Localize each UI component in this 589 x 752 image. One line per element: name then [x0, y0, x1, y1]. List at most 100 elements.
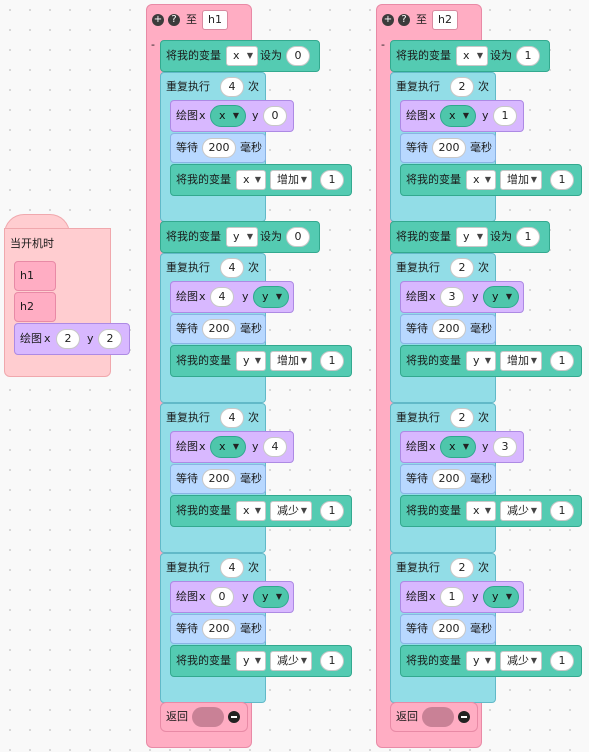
- function-h2-section-2-change-value-input[interactable]: 1: [550, 351, 574, 371]
- function-h2-section-2-change-variable-dropdown[interactable]: y ▼: [466, 351, 496, 371]
- function-h2-section-4-change-value-input[interactable]: 1: [550, 651, 574, 671]
- function-h1-section-2-draw-x-input[interactable]: 4: [210, 287, 234, 307]
- function-h1-section-4-wait-ms-input[interactable]: 200: [202, 619, 236, 639]
- help-circle-icon[interactable]: ?: [398, 14, 410, 26]
- function-h2-section-1-draw-x-label: x: [429, 109, 436, 122]
- function-h2-section-4-draw-x-input[interactable]: 1: [440, 587, 464, 607]
- minus-circle-icon[interactable]: [228, 711, 240, 723]
- function-h2-section-4-wait-ms-input[interactable]: 200: [432, 619, 466, 639]
- function-h1-section-4-change-op-dropdown[interactable]: 减少 ▼: [270, 651, 312, 671]
- function-h1-section-1-draw-x-variable[interactable]: x ▼: [210, 105, 246, 127]
- function-h1-section-2-set-value-input[interactable]: 0: [286, 227, 310, 247]
- function-h1-section-2-wait-ms-input[interactable]: 200: [202, 319, 236, 339]
- function-h1-section-1-wait-ms-input[interactable]: 200: [202, 138, 236, 158]
- function-h2-section-3-change-variable-dropdown[interactable]: x ▼: [466, 501, 496, 521]
- dropdown-arrow-icon: ▼: [530, 656, 537, 665]
- function-h1-name-field[interactable]: h1: [202, 10, 228, 30]
- function-h1-section-1-set-variable-dropdown[interactable]: x ▼: [226, 46, 258, 66]
- function-h1-section-4-change-variable-dropdown[interactable]: y ▼: [236, 651, 266, 671]
- function-h1-section-3-draw-x-variable[interactable]: x ▼: [210, 436, 246, 458]
- dropdown-arrow-icon: ▼: [246, 51, 253, 60]
- function-h2-section-1-change-value-input[interactable]: 1: [550, 170, 574, 190]
- function-h1-section-3-change-value-input[interactable]: 1: [320, 501, 344, 521]
- draw-y-label: y: [87, 332, 94, 345]
- function-h2-section-1-repeat-count-input[interactable]: 2: [450, 77, 474, 97]
- function-h2-section-2-set-variable-dropdown[interactable]: y ▼: [456, 227, 488, 247]
- function-h1-section-1-draw-y-input[interactable]: 0: [263, 106, 287, 126]
- dropdown-arrow-icon: ▼: [505, 292, 512, 301]
- function-h1-section-4-draw-y-variable[interactable]: y ▼: [253, 586, 289, 608]
- function-h2-section-2-draw-y-variable[interactable]: y ▼: [483, 286, 519, 308]
- function-h1-section-3-repeat-label: 重复执行: [166, 411, 210, 424]
- function-h2-section-3-ms-label: 毫秒: [470, 472, 492, 485]
- function-h2-section-2-wait-ms-input[interactable]: 200: [432, 319, 466, 339]
- function-h2-section-2-draw-x-input[interactable]: 3: [440, 287, 464, 307]
- function-h2-section-1-wait-ms-input[interactable]: 200: [432, 138, 466, 158]
- function-h2-section-1-set-variable-dropdown[interactable]: x ▼: [456, 46, 488, 66]
- draw-x-input[interactable]: 2: [56, 329, 80, 349]
- function-h1-return-value-slot[interactable]: [192, 707, 224, 727]
- function-h2-section-1-change-op-dropdown[interactable]: 增加 ▼: [500, 170, 542, 190]
- function-h2-section-2-change-op-dropdown[interactable]: 增加 ▼: [500, 351, 542, 371]
- dropdown-arrow-icon: ▼: [484, 356, 491, 365]
- function-h1-section-1-change-value-input[interactable]: 1: [320, 170, 344, 190]
- minus-circle-icon[interactable]: [458, 711, 470, 723]
- function-h1-to-label: 至: [186, 13, 197, 26]
- function-h2-to-label: 至: [416, 13, 427, 26]
- function-h1-section-3-draw-x-label: x: [199, 440, 206, 453]
- function-h1-section-3-wait-label: 等待: [176, 472, 198, 485]
- function-h2-section-3-change-op-dropdown[interactable]: 减少 ▼: [500, 501, 542, 521]
- function-h1-section-2-draw-y-variable[interactable]: y ▼: [253, 286, 289, 308]
- function-h1-section-2-times-label: 次: [248, 261, 259, 274]
- draw-y-input[interactable]: 2: [98, 329, 122, 349]
- function-h2-name-field[interactable]: h2: [432, 10, 458, 30]
- function-h1-section-3-repeat-count-input[interactable]: 4: [220, 408, 244, 428]
- function-h2-section-2-times-label: 次: [478, 261, 489, 274]
- function-h1-section-1-repeat-count-input[interactable]: 4: [220, 77, 244, 97]
- function-h2-section-1-draw-y-input[interactable]: 1: [493, 106, 517, 126]
- function-h1-section-2-change-op-dropdown[interactable]: 增加 ▼: [270, 351, 312, 371]
- plus-circle-icon[interactable]: +: [382, 14, 394, 26]
- function-h1-section-3-wait-ms-input[interactable]: 200: [202, 469, 236, 489]
- function-h1-section-4-draw-y-label: y: [242, 590, 249, 603]
- function-h1-section-4-draw-x-input[interactable]: 0: [210, 587, 234, 607]
- function-h1-section-2-draw-x-label: x: [199, 290, 206, 303]
- function-h2-section-4-repeat-count-input[interactable]: 2: [450, 558, 474, 578]
- function-h1-section-2-change-value-input[interactable]: 1: [320, 351, 344, 371]
- function-h2-section-3-draw-x-variable[interactable]: x ▼: [440, 436, 476, 458]
- function-h2-section-1-draw-x-variable[interactable]: x ▼: [440, 105, 476, 127]
- help-circle-icon[interactable]: ?: [168, 14, 180, 26]
- function-h2-section-2-change-label: 将我的变量: [406, 354, 461, 367]
- function-h2-section-3-change-value-input[interactable]: 1: [550, 501, 574, 521]
- function-h2-section-1-change-variable-dropdown[interactable]: x ▼: [466, 170, 496, 190]
- function-h1-section-4-change-value-input[interactable]: 1: [320, 651, 344, 671]
- function-h1-section-1-change-variable-dropdown[interactable]: x ▼: [236, 170, 266, 190]
- function-h2-section-3-repeat-count-input[interactable]: 2: [450, 408, 474, 428]
- function-h2-section-4-change-op-dropdown[interactable]: 减少 ▼: [500, 651, 542, 671]
- function-h1-section-2-repeat-count-input[interactable]: 4: [220, 258, 244, 278]
- dropdown-arrow-icon: ▼: [254, 356, 261, 365]
- function-h1-section-2-set-variable-dropdown[interactable]: y ▼: [226, 227, 258, 247]
- function-h2-section-3-wait-ms-input[interactable]: 200: [432, 469, 466, 489]
- function-h1-section-3-change-variable-dropdown[interactable]: x ▼: [236, 501, 266, 521]
- function-h2-section-4-wait-label: 等待: [406, 622, 428, 635]
- function-h1-section-4-change-label: 将我的变量: [176, 654, 231, 667]
- function-h2-section-3-change-label: 将我的变量: [406, 504, 461, 517]
- function-h2-section-4-change-variable-dropdown[interactable]: y ▼: [466, 651, 496, 671]
- function-h2-section-2-set-value-input[interactable]: 1: [516, 227, 540, 247]
- function-h1-section-1-set-value-input[interactable]: 0: [286, 46, 310, 66]
- function-h2-section-2-repeat-count-input[interactable]: 2: [450, 258, 474, 278]
- plus-circle-icon[interactable]: +: [152, 14, 164, 26]
- function-h1-section-3-change-op-dropdown[interactable]: 减少 ▼: [270, 501, 312, 521]
- draw-label: 绘图: [20, 332, 42, 345]
- dropdown-arrow-icon: ▼: [476, 51, 483, 60]
- dropdown-arrow-icon: ▼: [530, 356, 537, 365]
- function-h1-section-4-repeat-count-input[interactable]: 4: [220, 558, 244, 578]
- function-h1-section-1-change-op-dropdown[interactable]: 增加 ▼: [270, 170, 312, 190]
- function-h2-return-value-slot[interactable]: [422, 707, 454, 727]
- function-h1-section-2-change-variable-dropdown[interactable]: y ▼: [236, 351, 266, 371]
- function-h2-section-3-draw-y-input[interactable]: 3: [493, 437, 517, 457]
- function-h2-section-4-draw-y-variable[interactable]: y ▼: [483, 586, 519, 608]
- function-h2-section-1-set-value-input[interactable]: 1: [516, 46, 540, 66]
- function-h1-section-3-draw-y-input[interactable]: 4: [263, 437, 287, 457]
